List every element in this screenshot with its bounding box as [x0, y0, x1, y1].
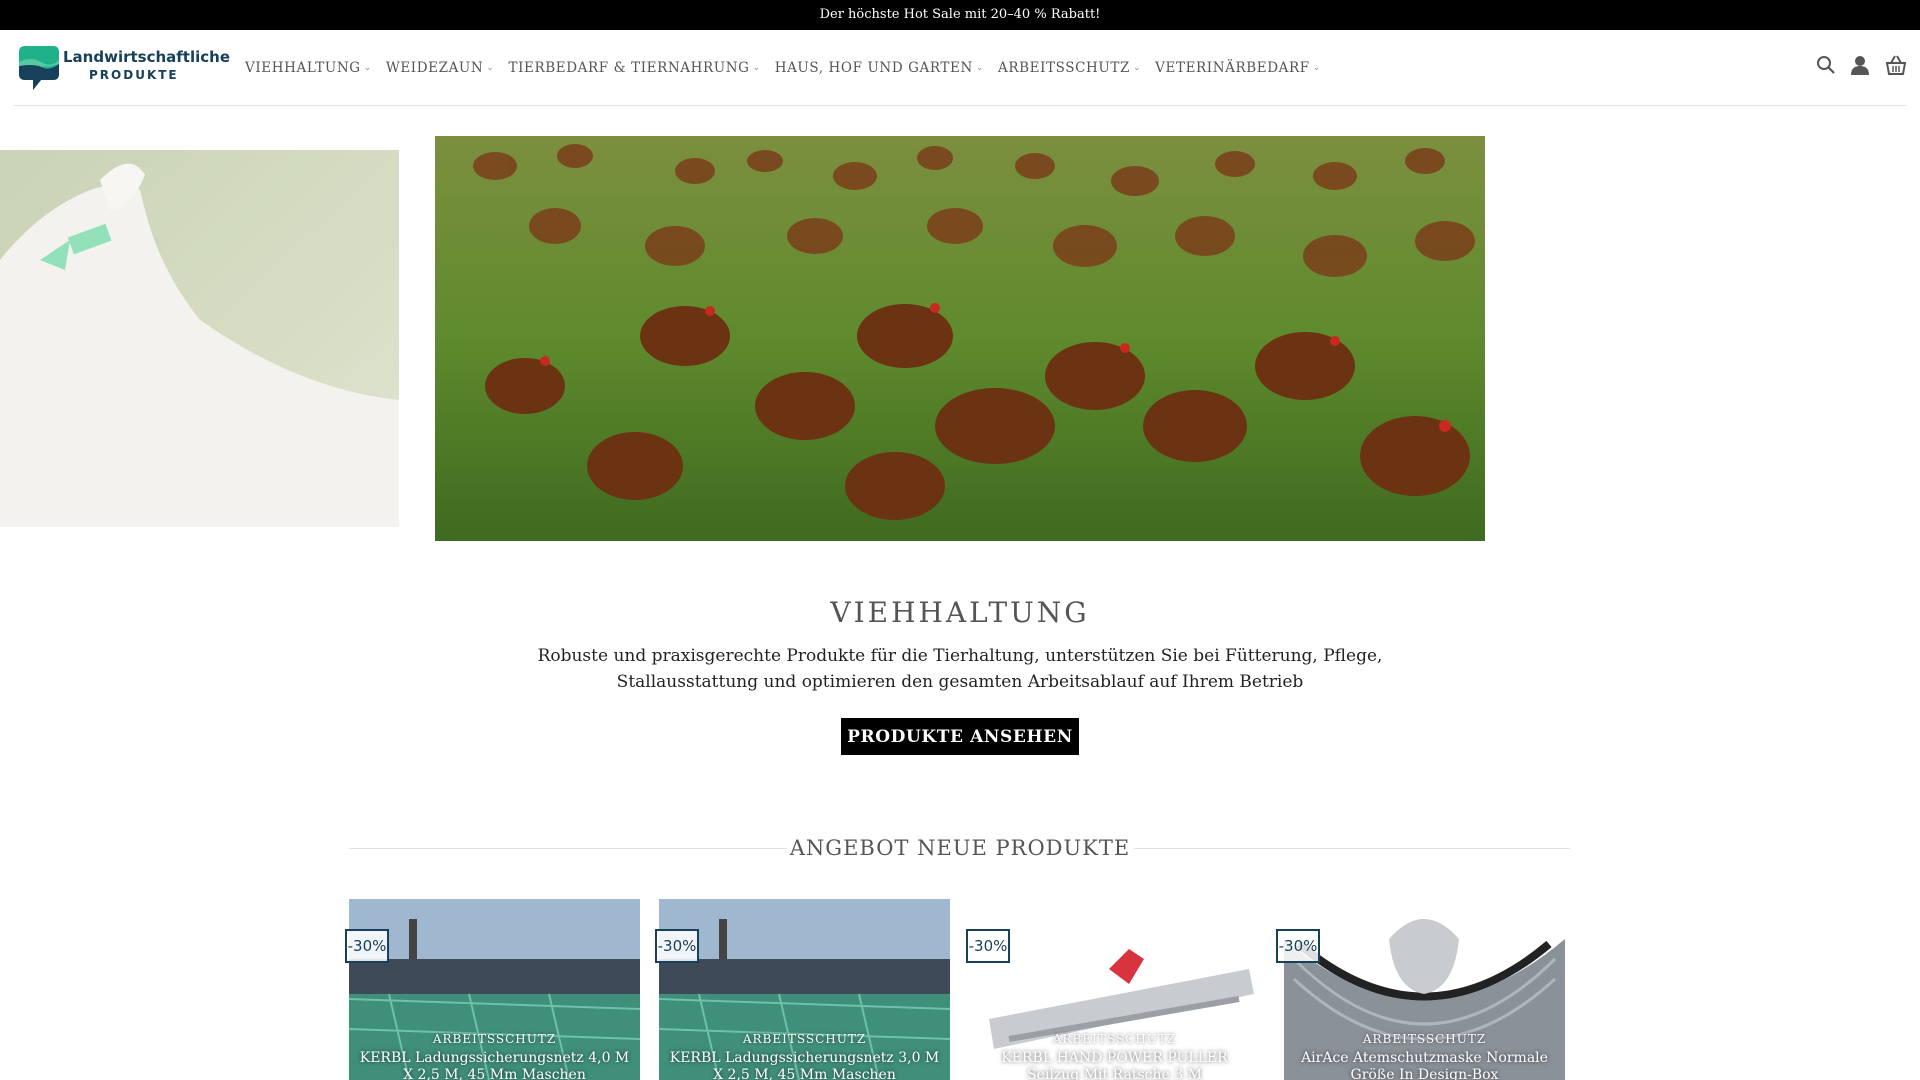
promo-text: Der höchste Hot Sale mit 20–40 % Rabatt! [819, 7, 1101, 22]
discount-badge: -30% [966, 929, 1010, 963]
discount-badge: -30% [655, 929, 699, 963]
product-card[interactable]: ARBEITSSCHUTZ AirAce Atemschutzmaske Nor… [1279, 899, 1570, 1080]
slide-description: Robuste und praxisgerechte Produkte für … [537, 646, 1383, 692]
site-logo[interactable]: Landwirtschaftliche PRODUKTE [19, 46, 230, 92]
header-icons [1816, 54, 1908, 76]
product-card[interactable]: ARBEITSSCHUTZ KERBL Ladungssicherungsnet… [659, 899, 950, 1080]
product-category: ARBEITSSCHUTZ [742, 1032, 867, 1046]
section-title: ANGEBOT NEUE PRODUKTE [789, 836, 1131, 860]
chevron-down-icon: ⌄ [363, 63, 372, 73]
nav-label: VIEHHALTUNG [245, 60, 361, 76]
logo-text-line2: PRODUKTE [89, 68, 179, 82]
user-icon[interactable] [1850, 54, 1870, 76]
logo-mark-icon [19, 46, 59, 90]
basket-icon[interactable] [1884, 54, 1908, 76]
logo-text-line1: Landwirtschaftliche [63, 48, 231, 66]
header-divider [14, 105, 1906, 106]
product-name: KERBL Ladungssicherungsnetz 3,0 M X 2,5 … [669, 1050, 940, 1080]
search-icon[interactable] [1816, 54, 1836, 76]
nav-item-haus-hof-garten[interactable]: HAUS, HOF UND GARTEN ⌄ [775, 60, 984, 76]
product-category: ARBEITSSCHUTZ [1052, 1032, 1177, 1046]
section-divider-right [1134, 848, 1570, 849]
section-divider-left [349, 848, 787, 849]
nav-label: ARBEITSSCHUTZ [998, 60, 1130, 76]
product-name: KERBL Ladungssicherungsnetz 4,0 M X 2,5 … [359, 1050, 630, 1080]
chevron-down-icon: ⌄ [486, 63, 495, 73]
nav-label: WEIDEZAUN [385, 60, 484, 76]
view-products-button[interactable]: PRODUKTE ANSEHEN [841, 718, 1079, 755]
slide-prev-image[interactable] [0, 150, 399, 527]
discount-badge: -30% [1276, 929, 1320, 963]
nav-item-tierbedarf[interactable]: TIERBEDARF & TIERNAHRUNG ⌄ [508, 60, 760, 76]
nav-item-viehhaltung[interactable]: VIEHHALTUNG ⌄ [245, 60, 372, 76]
hero-slide-image[interactable] [435, 136, 1485, 541]
site-header: Landwirtschaftliche PRODUKTE VIEHHALTUNG… [0, 30, 1920, 106]
nav-label: TIERBEDARF & TIERNAHRUNG [508, 60, 750, 76]
chevron-down-icon: ⌄ [1133, 63, 1142, 73]
chevron-down-icon: ⌄ [975, 63, 985, 73]
product-category: ARBEITSSCHUTZ [432, 1032, 557, 1046]
product-name: AirAce Atemschutzmaske Normale Größe In … [1301, 1050, 1548, 1080]
promo-bar: Der höchste Hot Sale mit 20–40 % Rabatt! [0, 0, 1920, 30]
product-name: KERBL HAND POWER PULLER Seilzug Mit Rats… [1001, 1050, 1228, 1080]
discount-badge: -30% [345, 929, 389, 963]
product-category: ARBEITSSCHUTZ [1362, 1032, 1487, 1046]
slide-title: VIEHHALTUNG [830, 596, 1090, 629]
nav-item-arbeitsschutz[interactable]: ARBEITSSCHUTZ ⌄ [998, 60, 1141, 76]
product-card[interactable]: ARBEITSSCHUTZ KERBL Ladungssicherungsnet… [349, 899, 640, 1080]
chevron-down-icon: ⌄ [1312, 63, 1321, 73]
nav-label: HAUS, HOF UND GARTEN [774, 60, 973, 76]
nav-label: VETERINÄRBEDARF [1155, 60, 1310, 76]
nav-item-veterinaerbedarf[interactable]: VETERINÄRBEDARF ⌄ [1155, 60, 1321, 76]
main-nav: VIEHHALTUNG ⌄ WEIDEZAUN ⌄ TIERBEDARF & TIE… [245, 30, 1321, 106]
nav-item-weidezaun[interactable]: WEIDEZAUN ⌄ [386, 60, 495, 76]
product-card[interactable]: ARBEITSSCHUTZ KERBL HAND POWER PULLER Se… [969, 899, 1260, 1080]
chevron-down-icon: ⌄ [752, 63, 761, 73]
